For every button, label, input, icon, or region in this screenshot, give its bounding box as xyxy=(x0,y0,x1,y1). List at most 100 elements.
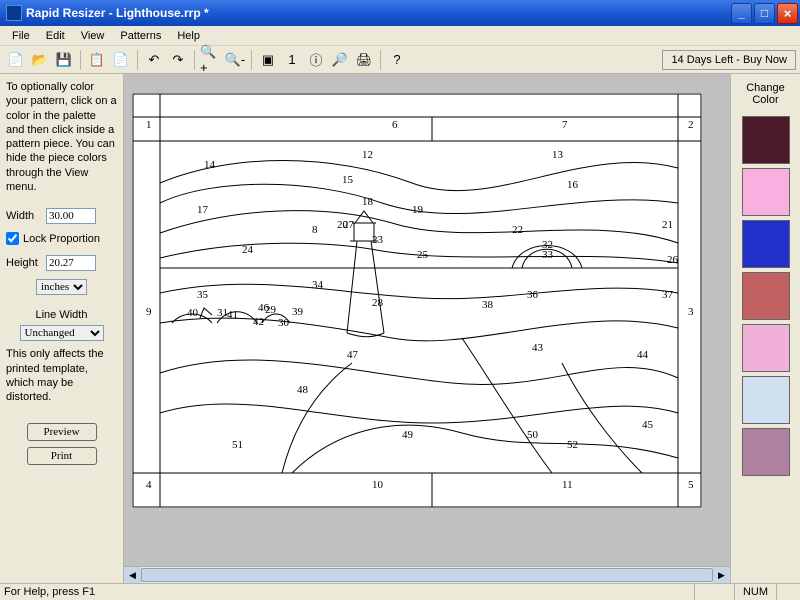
piece-label: 4 xyxy=(146,479,152,491)
piece-label: 46 xyxy=(258,302,270,314)
affect-text: This only affects the printed template, … xyxy=(6,347,117,404)
piece-label: 25 xyxy=(417,249,429,261)
title-bar: Rapid Resizer - Lighthouse.rrp * _ □ × xyxy=(0,0,800,26)
color-swatch-6[interactable] xyxy=(742,428,790,476)
piece-label: 23 xyxy=(372,234,384,246)
menu-bar: File Edit View Patterns Help xyxy=(0,26,800,46)
piece-label: 50 xyxy=(527,429,539,441)
piece-label: 37 xyxy=(662,289,674,301)
info-icon[interactable]: ⓘ xyxy=(305,49,327,71)
piece-label: 17 xyxy=(197,204,209,216)
print-icon[interactable]: 🖨 xyxy=(353,49,375,71)
height-input[interactable] xyxy=(46,255,96,271)
lock-proportion-label: Lock Proportion xyxy=(23,233,100,245)
menu-help[interactable]: Help xyxy=(169,28,208,44)
print-button[interactable]: Print xyxy=(27,447,97,465)
toolbar: 📄 📂 💾 📋 📄 ↶ ↷ 🔍+ 🔍- ▣ 1 ⓘ 🔎 🖨 ? 14 Days … xyxy=(0,46,800,74)
help-icon[interactable]: ? xyxy=(386,49,408,71)
piece-label: 16 xyxy=(567,179,579,191)
scroll-left-arrow[interactable]: ◀ xyxy=(124,567,141,583)
menu-view[interactable]: View xyxy=(73,28,113,44)
piece-label: 27 xyxy=(343,219,355,231)
piece-label: 30 xyxy=(278,317,290,329)
menu-patterns[interactable]: Patterns xyxy=(112,28,169,44)
piece-label: 51 xyxy=(232,439,243,451)
piece-label: 14 xyxy=(204,159,216,171)
piece-label: 2 xyxy=(688,119,694,131)
save-icon[interactable]: 💾 xyxy=(53,49,75,71)
height-label: Height xyxy=(6,257,46,269)
copy-icon[interactable]: 📋 xyxy=(86,49,108,71)
menu-file[interactable]: File xyxy=(4,28,38,44)
piece-label: 38 xyxy=(482,299,494,311)
piece-label: 28 xyxy=(372,297,384,309)
piece-label: 45 xyxy=(642,419,654,431)
sidebar: To optionally color your pattern, click … xyxy=(0,74,124,583)
piece-label: 47 xyxy=(347,349,359,361)
piece-label: 52 xyxy=(567,439,578,451)
help-text: To optionally color your pattern, click … xyxy=(6,80,117,194)
piece-label: 22 xyxy=(512,224,523,236)
width-label: Width xyxy=(6,210,46,222)
piece-label: 39 xyxy=(292,306,304,318)
close-button[interactable]: × xyxy=(777,3,798,24)
change-color-button[interactable]: Change Color xyxy=(733,76,798,112)
paste-icon[interactable]: 📄 xyxy=(110,49,132,71)
piece-label: 36 xyxy=(527,289,539,301)
piece-label: 11 xyxy=(562,479,573,491)
redo-icon[interactable]: ↷ xyxy=(167,49,189,71)
zoom-out-icon[interactable]: 🔍- xyxy=(224,49,246,71)
piece-label: 8 xyxy=(312,224,318,236)
piece-label: 33 xyxy=(542,249,554,261)
canvas-area: 1234567891011121314151617181920212223242… xyxy=(124,74,730,583)
trial-button[interactable]: 14 Days Left - Buy Now xyxy=(662,50,796,70)
open-icon[interactable]: 📂 xyxy=(29,49,51,71)
status-help: For Help, press F1 xyxy=(4,586,694,598)
color-swatch-4[interactable] xyxy=(742,324,790,372)
minimize-button[interactable]: _ xyxy=(731,3,752,24)
color-palette: Change Color xyxy=(730,74,800,583)
fit-window-icon[interactable]: ▣ xyxy=(257,49,279,71)
pattern-canvas[interactable]: 1234567891011121314151617181920212223242… xyxy=(132,93,702,508)
color-swatch-0[interactable] xyxy=(742,116,790,164)
piece-label: 35 xyxy=(197,289,209,301)
lock-proportion-checkbox[interactable] xyxy=(6,232,19,245)
zoom-in-icon[interactable]: 🔍+ xyxy=(200,49,222,71)
status-bar: For Help, press F1 NUM xyxy=(0,583,800,600)
new-icon[interactable]: 📄 xyxy=(5,49,27,71)
piece-label: 40 xyxy=(187,307,199,319)
piece-label: 1 xyxy=(146,119,152,131)
piece-label: 9 xyxy=(146,306,152,318)
piece-label: 34 xyxy=(312,279,324,291)
piece-label: 15 xyxy=(342,174,354,186)
piece-label: 7 xyxy=(562,119,568,131)
color-swatch-3[interactable] xyxy=(742,272,790,320)
scroll-thumb[interactable] xyxy=(141,568,713,582)
actual-size-icon[interactable]: 1 xyxy=(281,49,303,71)
horizontal-scrollbar[interactable]: ◀ ▶ xyxy=(124,566,730,583)
menu-edit[interactable]: Edit xyxy=(38,28,73,44)
app-icon xyxy=(6,5,22,21)
undo-icon[interactable]: ↶ xyxy=(143,49,165,71)
piece-label: 19 xyxy=(412,204,424,216)
preview-icon[interactable]: 🔎 xyxy=(329,49,351,71)
line-width-select[interactable]: Unchanged xyxy=(20,325,104,341)
piece-label: 12 xyxy=(362,149,373,161)
preview-button[interactable]: Preview xyxy=(27,423,97,441)
color-swatch-1[interactable] xyxy=(742,168,790,216)
width-input[interactable] xyxy=(46,208,96,224)
piece-label: 18 xyxy=(362,196,374,208)
window-title: Rapid Resizer - Lighthouse.rrp * xyxy=(26,6,731,20)
line-width-label: Line Width xyxy=(6,309,117,321)
piece-label: 5 xyxy=(688,479,694,491)
color-swatch-2[interactable] xyxy=(742,220,790,268)
color-swatch-5[interactable] xyxy=(742,376,790,424)
maximize-button[interactable]: □ xyxy=(754,3,775,24)
piece-label: 24 xyxy=(242,244,254,256)
piece-label: 41 xyxy=(227,309,238,321)
scroll-right-arrow[interactable]: ▶ xyxy=(713,567,730,583)
units-select[interactable]: inches xyxy=(36,279,87,295)
piece-label: 43 xyxy=(532,342,544,354)
piece-label: 49 xyxy=(402,429,414,441)
piece-label: 3 xyxy=(688,306,694,318)
